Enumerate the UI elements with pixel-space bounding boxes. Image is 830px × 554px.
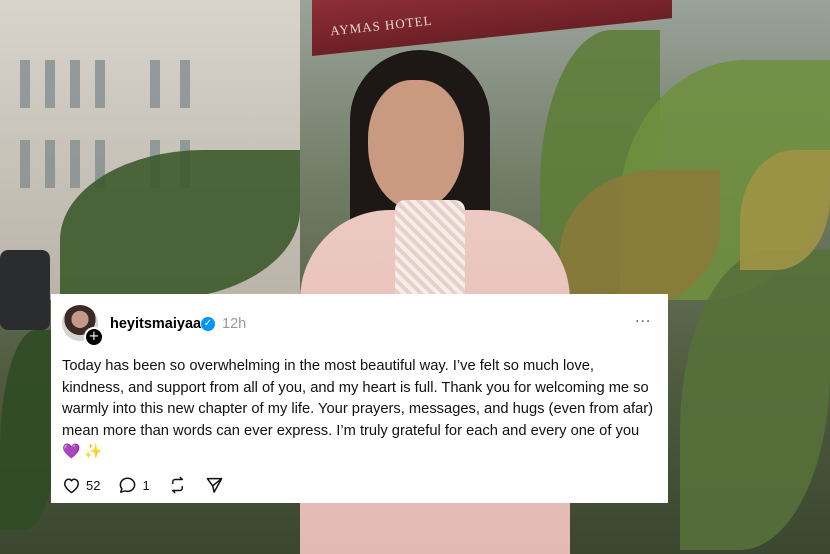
car — [0, 250, 50, 330]
plus-icon[interactable]: + — [84, 327, 104, 347]
timestamp: 12h — [222, 316, 247, 332]
verified-badge-icon: ✓ — [201, 317, 215, 331]
heart-icon — [62, 476, 81, 494]
like-button[interactable]: 52 — [62, 476, 100, 494]
more-options-icon[interactable]: ··· — [635, 314, 651, 330]
sparkles-emoji: ✨ — [84, 444, 103, 460]
send-icon — [205, 476, 224, 494]
post-text: Today has been so overwhelming in the mo… — [62, 356, 657, 464]
post-body: Today has been so overwhelming in the mo… — [62, 358, 654, 439]
purple-heart-emoji: 💜 — [62, 444, 81, 460]
threads-post-card: + heyitsmaiyaa ✓ 12h ··· Today has been … — [51, 294, 668, 503]
like-count: 52 — [86, 477, 101, 493]
repost-icon — [168, 476, 187, 494]
action-bar: 52 1 — [62, 474, 242, 496]
reply-button[interactable]: 1 — [118, 476, 150, 494]
username[interactable]: heyitsmaiyaa — [110, 316, 201, 332]
comment-icon — [118, 476, 137, 494]
reply-count: 1 — [142, 477, 150, 493]
repost-button[interactable] — [168, 476, 187, 494]
share-button[interactable] — [205, 476, 224, 494]
